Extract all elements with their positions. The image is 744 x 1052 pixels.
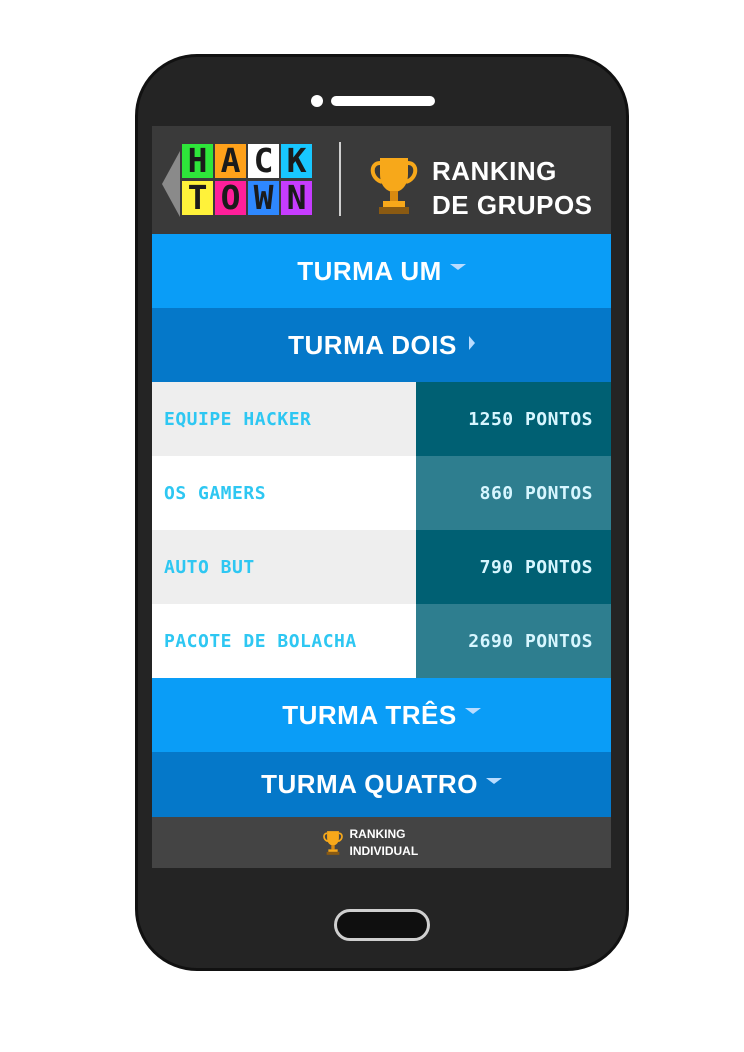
back-arrow-icon[interactable] xyxy=(162,151,180,217)
ranking-row[interactable]: EQUIPE HACKER 1250 PONTOS xyxy=(152,382,611,456)
team-name: EQUIPE HACKER xyxy=(152,382,416,456)
page-title-line2: DE GRUPOS xyxy=(432,190,593,220)
hacktown-logo: H A C K T O W N xyxy=(182,144,312,216)
turma-label: TURMA TRÊS xyxy=(282,699,457,730)
individual-ranking-button[interactable]: RANKING INDIVIDUAL xyxy=(152,817,611,868)
chevron-down-icon xyxy=(449,264,466,270)
team-name: PACOTE DE BOLACHA xyxy=(152,604,416,678)
logo-letter: T xyxy=(182,181,213,215)
logo-letter: C xyxy=(248,144,279,178)
chevron-down-icon xyxy=(464,708,481,714)
turma-label: TURMA UM xyxy=(297,255,442,286)
speaker-slot xyxy=(331,96,435,106)
app-screen: H A C K T O W N RANKING DE GRUPOS TURMA … xyxy=(152,126,611,868)
logo-letter: K xyxy=(281,144,312,178)
home-button[interactable] xyxy=(334,909,430,941)
logo-letter: N xyxy=(281,181,312,215)
header-divider xyxy=(339,142,341,216)
team-points: 2690 PONTOS xyxy=(416,604,611,678)
individual-ranking-label: RANKING INDIVIDUAL xyxy=(350,826,442,860)
group-turma-tres[interactable]: TURMA TRÊS xyxy=(152,678,611,752)
trophy-icon xyxy=(370,158,418,214)
page-title: RANKING DE GRUPOS xyxy=(432,154,593,222)
individual-ranking-line2: INDIVIDUAL xyxy=(349,843,419,858)
logo-letter: W xyxy=(248,181,279,215)
group-turma-um[interactable]: TURMA UM xyxy=(152,234,611,308)
logo-letter: O xyxy=(215,181,246,215)
turma-label: TURMA QUATRO xyxy=(261,769,478,799)
team-name: AUTO BUT xyxy=(152,530,416,604)
top-bar: H A C K T O W N RANKING DE GRUPOS xyxy=(152,126,611,234)
camera-dot xyxy=(311,95,323,107)
ranking-row[interactable]: OS GAMERS 860 PONTOS xyxy=(152,456,611,530)
team-points: 790 PONTOS xyxy=(416,530,611,604)
trophy-icon xyxy=(322,830,343,855)
team-name: OS GAMERS xyxy=(152,456,416,530)
individual-ranking-line1: RANKING xyxy=(349,826,406,841)
team-points: 860 PONTOS xyxy=(416,456,611,530)
group-turma-quatro[interactable]: TURMA QUATRO xyxy=(152,752,611,817)
page-title-line1: RANKING xyxy=(432,156,557,186)
logo-letter: A xyxy=(215,144,246,178)
chevron-right-icon xyxy=(468,336,475,350)
turma-label: TURMA DOIS xyxy=(288,329,457,360)
logo-letter: H xyxy=(182,144,213,178)
chevron-down-icon xyxy=(485,777,502,784)
ranking-row[interactable]: AUTO BUT 790 PONTOS xyxy=(152,530,611,604)
group-turma-dois[interactable]: TURMA DOIS xyxy=(152,308,611,382)
ranking-row[interactable]: PACOTE DE BOLACHA 2690 PONTOS xyxy=(152,604,611,678)
team-points: 1250 PONTOS xyxy=(416,382,611,456)
